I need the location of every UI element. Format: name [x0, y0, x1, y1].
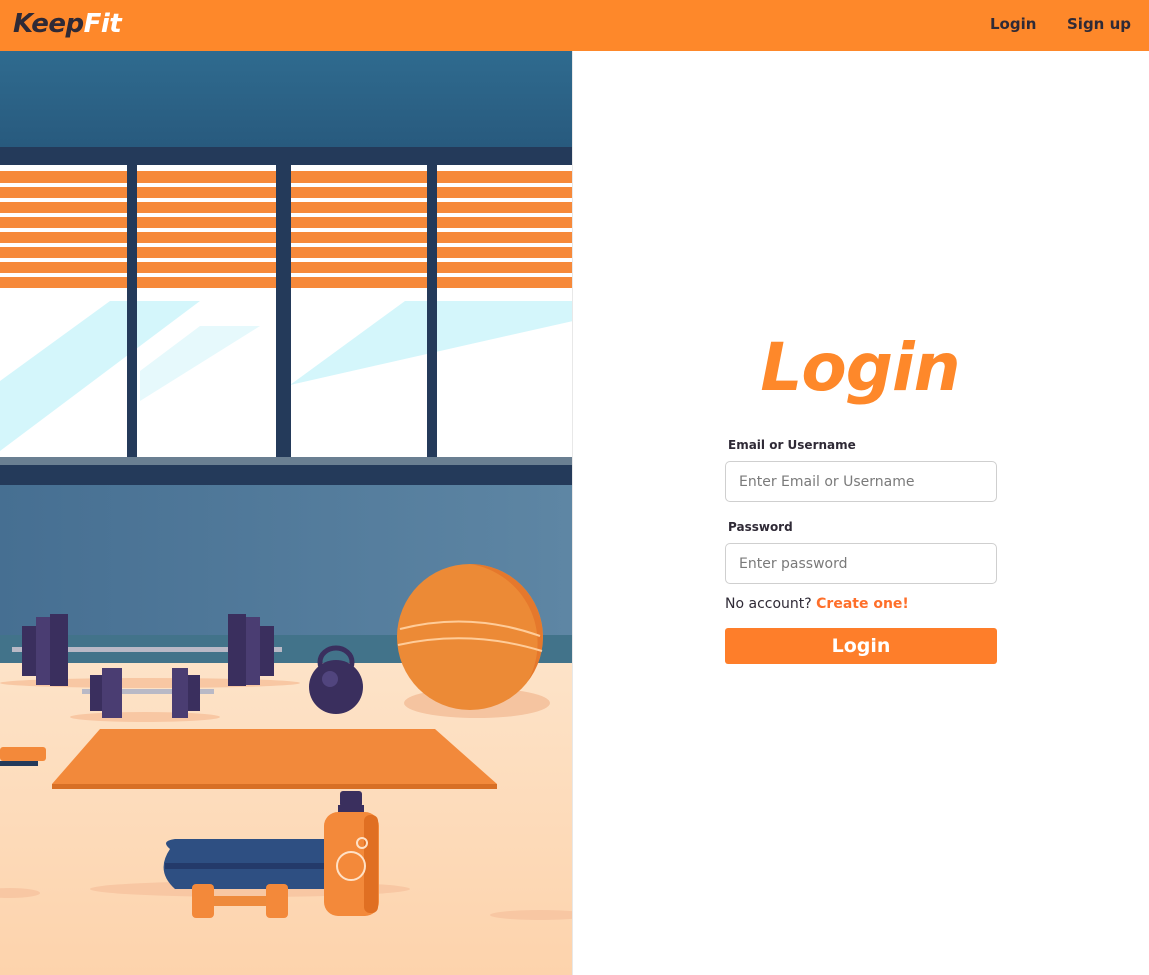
gym-illustration	[0, 51, 573, 975]
no-account-text: No account?	[725, 596, 812, 612]
signup-prompt: No account? Create one!	[725, 596, 909, 612]
password-label: Password	[728, 520, 793, 534]
brand-logo-part2: Fit	[83, 9, 122, 39]
brand-logo[interactable]: KeepFit	[13, 8, 122, 40]
nav-signup-link[interactable]: Sign up	[1067, 15, 1131, 33]
nav-login-link[interactable]: Login	[990, 15, 1036, 33]
login-title: Login	[760, 329, 960, 406]
brand-logo-part1: Keep	[13, 9, 84, 39]
create-account-link[interactable]: Create one!	[816, 596, 909, 612]
email-input[interactable]	[725, 461, 997, 502]
top-navbar: KeepFit Login Sign up	[0, 0, 1149, 51]
email-label: Email or Username	[728, 438, 856, 452]
login-button[interactable]: Login	[725, 628, 997, 664]
password-input[interactable]	[725, 543, 997, 584]
